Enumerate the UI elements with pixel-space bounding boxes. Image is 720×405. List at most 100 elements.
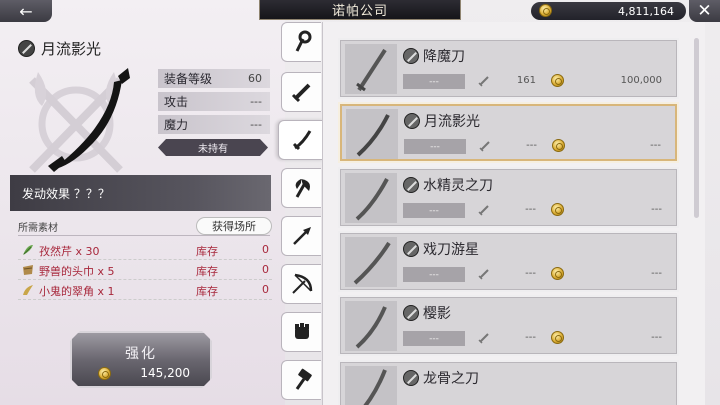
katana-blade-icon: [356, 114, 390, 157]
stock-label: 库存: [196, 285, 218, 298]
katana-blade-icon: [355, 306, 387, 349]
tab-staff[interactable]: [281, 22, 321, 62]
tab-fist[interactable]: [281, 312, 321, 352]
spear-icon: [292, 227, 311, 245]
weapon-name: 月流影光: [424, 114, 480, 130]
weapon-thumbnail: [346, 109, 398, 159]
back-button[interactable]: ←: [0, 0, 52, 22]
weapon-thumbnail: [345, 301, 397, 351]
sword-type-icon: [404, 113, 420, 129]
weapon-card[interactable]: 樱影 --- --- ---: [338, 295, 679, 356]
sword-type-icon: [403, 48, 419, 64]
acquire-location-button[interactable]: 获得场所: [196, 217, 272, 235]
tab-axe[interactable]: [281, 168, 321, 208]
weapon-name: 龙骨之刀: [423, 371, 479, 387]
weapon-slot: ---: [404, 139, 466, 154]
effect-description: 发动效果 ？？？: [10, 175, 271, 211]
ownership-status-badge: 未持有: [158, 139, 268, 156]
coin-icon: [539, 4, 552, 17]
katana-blade-icon: [353, 241, 391, 285]
weapon-price: ---: [651, 332, 662, 343]
cloth-icon: [23, 265, 33, 275]
weapon-name: 降魔刀: [423, 49, 465, 65]
coin-icon: [551, 267, 564, 280]
material-name: 小鬼的翠角 x 1: [39, 285, 115, 298]
sword-type-icon: [18, 40, 35, 57]
weapon-slot: ---: [403, 267, 465, 282]
coin-icon: [552, 139, 565, 152]
attack-icon: [478, 205, 489, 216]
close-icon: ✕: [697, 1, 712, 21]
back-arrow-icon: ←: [19, 1, 33, 21]
weapon-attack: ---: [525, 204, 536, 215]
weapon-name: 樱影: [423, 306, 451, 322]
sword-type-icon: [403, 305, 419, 321]
material-row[interactable]: 野兽的头巾 x 5 库存 0: [18, 260, 272, 280]
weapon-card[interactable]: 降魔刀 --- 161 100,000: [338, 38, 679, 99]
weapon-card[interactable]: 水精灵之刀 --- --- ---: [338, 167, 679, 228]
stat-attack: 攻击 ---: [158, 92, 270, 111]
weapon-slot: ---: [403, 203, 465, 218]
weapon-emblem-icon: [29, 68, 130, 173]
katana-blade-icon: [363, 369, 387, 405]
enhance-label: 强化: [125, 346, 157, 362]
weapon-thumbnail: [345, 173, 397, 223]
material-name: 野兽的头巾 x 5: [39, 265, 115, 278]
weapon-card[interactable]: 龙骨之刀: [338, 360, 679, 405]
coin-amount: 4,811,164: [618, 4, 674, 18]
blade-icon: [356, 48, 387, 92]
weapon-thumbnail: [345, 237, 397, 287]
weapon-card-selected[interactable]: 月流影光 --- --- ---: [338, 102, 679, 163]
enhance-button[interactable]: 强化 145,200: [70, 331, 212, 388]
horn-icon: [23, 285, 33, 295]
stat-label: 攻击: [164, 95, 189, 109]
fist-icon: [294, 323, 309, 339]
weapon-slot: ---: [403, 74, 465, 89]
material-row[interactable]: 小鬼的翠角 x 1 库存 0: [18, 280, 272, 300]
list-scrollbar[interactable]: [694, 38, 699, 218]
weapon-card[interactable]: 戏刀游星 --- --- ---: [338, 231, 679, 292]
tab-katana[interactable]: [278, 120, 324, 160]
attack-icon: [479, 141, 490, 152]
stock-count: 0: [262, 243, 269, 256]
tab-bow[interactable]: [281, 264, 321, 304]
katana-blade-icon: [355, 178, 389, 221]
weapon-attack: 161: [516, 75, 536, 86]
weapon-name: 戏刀游星: [423, 242, 479, 258]
attack-icon: [478, 333, 489, 344]
stock-label: 库存: [196, 245, 218, 258]
close-button[interactable]: ✕: [689, 0, 720, 22]
enhance-cost: 145,200: [140, 366, 190, 380]
stat-label: 装备等级: [164, 72, 213, 86]
material-row[interactable]: 孜然芹 x 30 库存 0: [18, 240, 272, 260]
tab-spear[interactable]: [281, 216, 321, 256]
weapon-attack: ---: [525, 332, 536, 343]
stat-value: 60: [248, 72, 262, 85]
coin-icon: [551, 74, 564, 87]
attack-icon: [478, 76, 489, 87]
stock-label: 库存: [196, 265, 218, 278]
weapon-title: 月流影光: [18, 38, 101, 59]
coin-icon: [98, 367, 111, 380]
attack-icon: [478, 269, 489, 280]
bow-icon: [291, 273, 312, 294]
katana-icon: [292, 130, 311, 151]
page-title: 诺帕公司: [259, 0, 461, 20]
coin-icon: [551, 331, 564, 344]
coin-balance: 4,811,164: [531, 2, 686, 20]
axe-icon: [295, 179, 310, 198]
tab-hammer[interactable]: [281, 360, 321, 400]
weapon-thumbnail: [345, 366, 397, 405]
sword-type-icon: [403, 241, 419, 257]
staff-icon: [295, 30, 311, 52]
stat-value: ---: [250, 95, 262, 108]
stat-equip-level: 装备等级 60: [158, 69, 270, 88]
stock-count: 0: [262, 283, 269, 296]
tab-sword[interactable]: [281, 72, 321, 112]
weapon-name: 月流影光: [41, 40, 102, 58]
stock-count: 0: [262, 263, 269, 276]
weapon-name: 水精灵之刀: [423, 178, 493, 194]
stat-value: ---: [250, 118, 262, 131]
sword-type-icon: [403, 370, 419, 386]
material-name: 孜然芹 x 30: [39, 245, 100, 258]
